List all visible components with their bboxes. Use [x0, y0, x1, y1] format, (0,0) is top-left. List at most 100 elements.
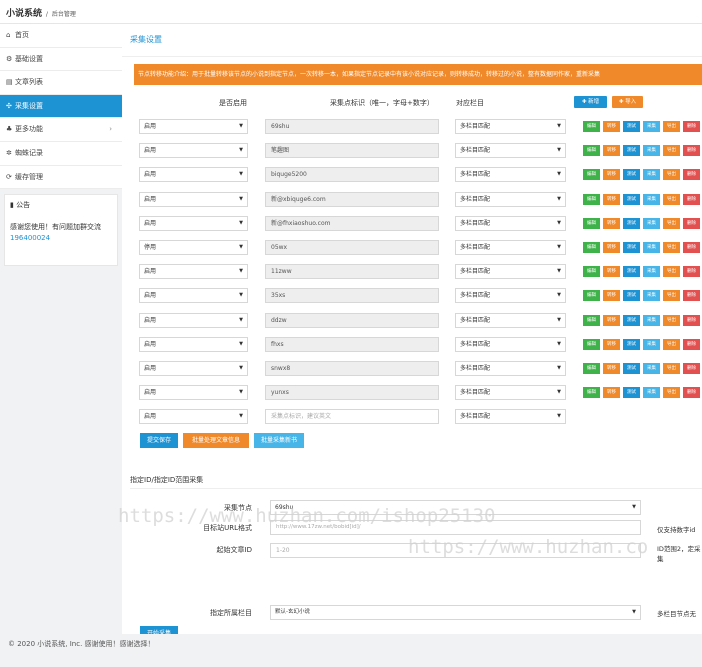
export-button[interactable]: 导出 [663, 242, 680, 253]
edit-button[interactable]: 编辑 [583, 217, 600, 229]
delete-button[interactable]: 删除 [683, 266, 700, 278]
batch-process-button[interactable]: 批量处理文章信息 [183, 433, 249, 448]
column-select[interactable]: 多栏目匹配 ▼ [455, 336, 566, 352]
node-id-input[interactable]: ddzw [265, 312, 439, 328]
delete-button[interactable]: 删除 [683, 387, 700, 399]
sidebar-item-6[interactable]: ⟳ 缓存管理 [0, 165, 122, 190]
collect-button[interactable]: 采集 [643, 217, 660, 229]
column-select[interactable]: 多栏目匹配 ▼ [455, 312, 566, 328]
node-id-input[interactable]: yunxs [265, 385, 439, 401]
column-select[interactable]: 多栏目匹配 ▼ [455, 361, 566, 376]
delete-button[interactable]: 删除 [683, 169, 700, 181]
test-button[interactable]: 测试 [623, 387, 640, 399]
transfer-button[interactable]: 转移 [603, 290, 620, 302]
collect-button[interactable]: 采集 [643, 193, 660, 205]
sidebar-item-3[interactable]: ✣ 采集设置 [0, 94, 122, 119]
enabled-select[interactable]: 启用 ▼ [139, 385, 248, 401]
test-button[interactable]: 测试 [623, 242, 640, 253]
delete-button[interactable]: 删除 [683, 314, 700, 326]
export-button[interactable]: 导出 [663, 387, 680, 399]
collect-button[interactable]: 采集 [643, 169, 660, 181]
column-select[interactable]: 多栏目匹配 ▼ [455, 288, 566, 304]
export-button[interactable]: 导出 [663, 121, 680, 132]
sidebar-item-2[interactable]: ▤ 文章列表 [0, 71, 122, 95]
enabled-select[interactable]: 启用 ▼ [139, 264, 248, 280]
enabled-select[interactable]: 启用 ▼ [139, 167, 248, 183]
export-button[interactable]: 导出 [663, 338, 680, 350]
transfer-button[interactable]: 转移 [603, 217, 620, 229]
edit-button[interactable]: 编辑 [583, 387, 600, 399]
delete-button[interactable]: 删除 [683, 363, 700, 374]
transfer-button[interactable]: 转移 [603, 242, 620, 253]
edit-button[interactable]: 编辑 [583, 290, 600, 302]
enabled-select[interactable]: 启用 ▼ [139, 312, 248, 328]
delete-button[interactable]: 删除 [683, 217, 700, 229]
node-id-input[interactable]: 新@fhxiaoshuo.com [265, 215, 439, 231]
transfer-button[interactable]: 转移 [603, 266, 620, 278]
sidebar-item-4[interactable]: ♣ 更多功能 › [0, 118, 122, 142]
enabled-select[interactable]: 停用 ▼ [139, 240, 248, 255]
export-button[interactable]: 导出 [663, 314, 680, 326]
node-id-input[interactable]: fhxs [265, 336, 439, 352]
enabled-select[interactable]: 启用 ▼ [139, 143, 248, 159]
collect-button[interactable]: 采集 [643, 266, 660, 278]
collect-button[interactable]: 采集 [643, 363, 660, 374]
transfer-button[interactable]: 转移 [603, 169, 620, 181]
collect-button[interactable]: 采集 [643, 387, 660, 399]
transfer-button[interactable]: 转移 [603, 193, 620, 205]
export-button[interactable]: 导出 [663, 217, 680, 229]
edit-button[interactable]: 编辑 [583, 363, 600, 374]
delete-button[interactable]: 删除 [683, 193, 700, 205]
node-select[interactable]: 69shu ▼ [270, 500, 641, 515]
node-id-input[interactable]: 笔趣图 [265, 143, 439, 159]
export-button[interactable]: 导出 [663, 266, 680, 278]
transfer-button[interactable]: 转移 [603, 363, 620, 374]
enabled-select[interactable]: 启用 ▼ [139, 119, 248, 134]
edit-button[interactable]: 编辑 [583, 169, 600, 181]
column-select[interactable]: 多栏目匹配 ▼ [455, 264, 566, 280]
edit-button[interactable]: 编辑 [583, 314, 600, 326]
test-button[interactable]: 测试 [623, 217, 640, 229]
edit-button[interactable]: 编辑 [583, 242, 600, 253]
test-button[interactable]: 测试 [623, 290, 640, 302]
enabled-select[interactable]: 启用 ▼ [139, 215, 248, 231]
node-id-input[interactable]: 11zww [265, 264, 439, 280]
node-id-input[interactable]: snwx8 [265, 361, 439, 376]
start-id-input[interactable]: 1-20 [270, 543, 641, 558]
collect-button[interactable]: 采集 [643, 338, 660, 350]
column-select[interactable]: 多栏目匹配 ▼ [455, 240, 566, 255]
collect-button[interactable]: 采集 [643, 121, 660, 132]
export-button[interactable]: 导出 [663, 193, 680, 205]
node-id-input[interactable]: 35xs [265, 288, 439, 304]
transfer-button[interactable]: 转移 [603, 387, 620, 399]
node-id-input[interactable]: biquge5200 [265, 167, 439, 183]
test-button[interactable]: 测试 [623, 121, 640, 132]
transfer-button[interactable]: 转移 [603, 314, 620, 326]
test-button[interactable]: 测试 [623, 338, 640, 350]
edit-button[interactable]: 编辑 [583, 121, 600, 132]
node-id-input[interactable]: 05wx [265, 240, 439, 255]
notice-group-link[interactable]: 196400024 [10, 234, 50, 242]
transfer-button[interactable]: 转移 [603, 121, 620, 132]
column-select[interactable]: 默认-玄幻小说 ▼ [270, 605, 641, 620]
export-button[interactable]: 导出 [663, 169, 680, 181]
enabled-select[interactable]: 启用 ▼ [139, 191, 248, 207]
node-id-input[interactable]: 新@xbiquge6.com [265, 191, 439, 207]
transfer-button[interactable]: 转移 [603, 338, 620, 350]
enabled-select[interactable]: 启用 ▼ [139, 336, 248, 352]
enabled-select[interactable]: 启用 ▼ [139, 361, 248, 376]
batch-collect-button[interactable]: 批量采集新书 [254, 433, 304, 448]
collect-button[interactable]: 采集 [643, 290, 660, 302]
test-button[interactable]: 测试 [623, 314, 640, 326]
add-button[interactable]: ✚ 新增 [574, 96, 607, 108]
node-id-input[interactable]: 69shu [265, 119, 439, 134]
test-button[interactable]: 测试 [623, 169, 640, 181]
start-collect-button[interactable]: 开始采集 [140, 626, 178, 634]
test-button[interactable]: 测试 [623, 266, 640, 278]
export-button[interactable]: 导出 [663, 363, 680, 374]
column-select[interactable]: 多栏目匹配 ▼ [455, 119, 566, 134]
collect-button[interactable]: 采集 [643, 314, 660, 326]
url-input[interactable]: http://www.17zw.net/bobid[id]/ [270, 520, 641, 535]
submit-save-button[interactable]: 提交保存 [140, 433, 178, 448]
edit-button[interactable]: 编辑 [583, 193, 600, 205]
